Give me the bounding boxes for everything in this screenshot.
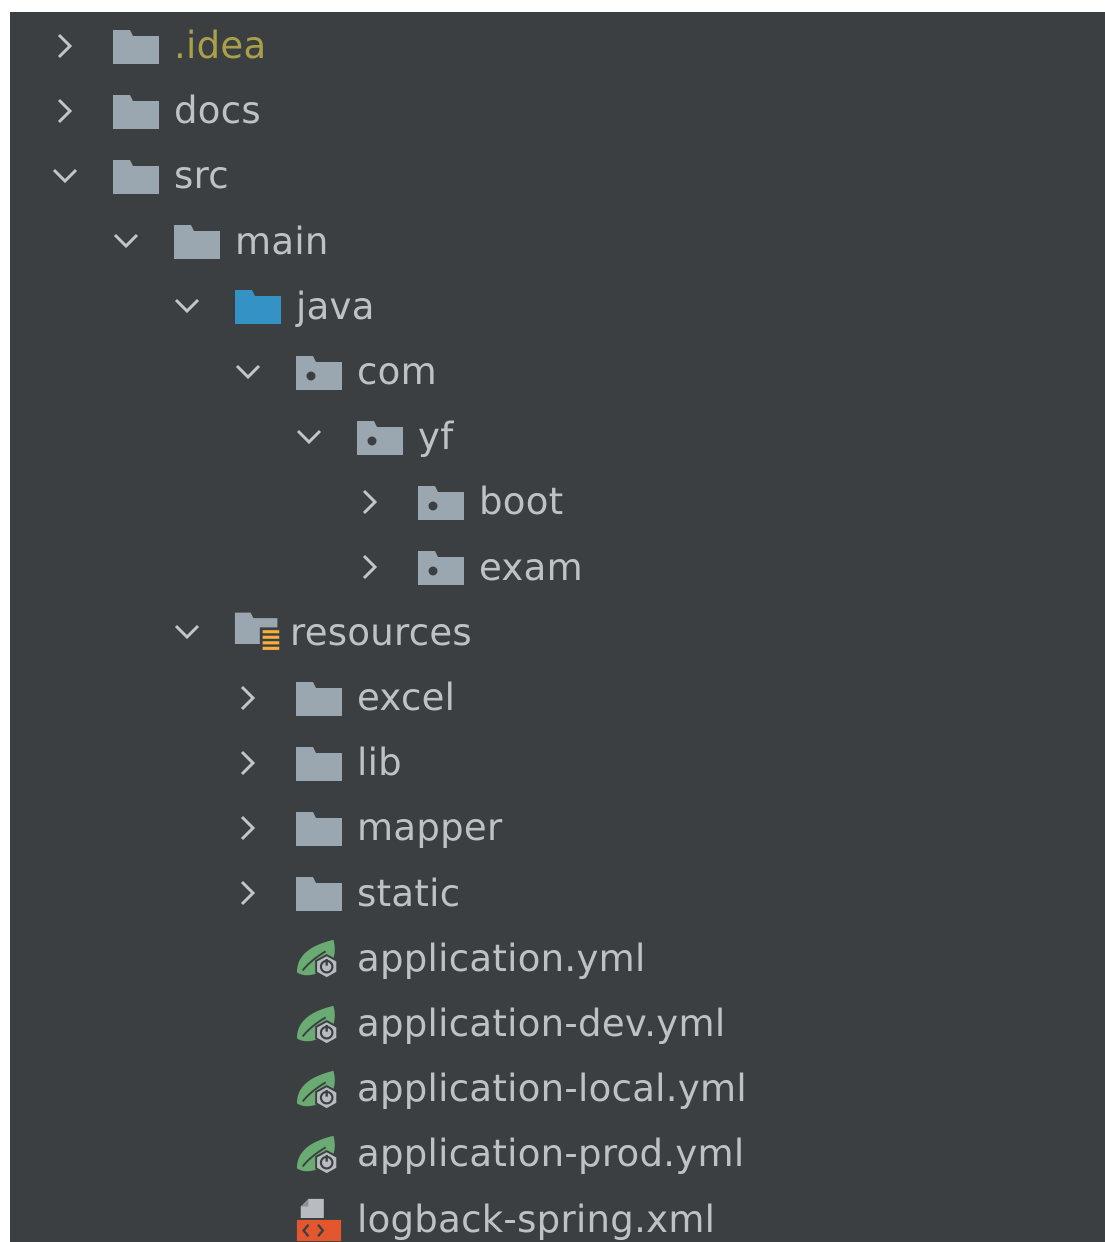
folder-icon [295,676,343,720]
tree-item-label: src [174,154,229,198]
tree-item-com[interactable]: com [10,339,1105,404]
spring-config-icon [295,1002,343,1046]
tree-item-label: lib [357,741,402,785]
chevron-right-icon[interactable] [50,96,80,126]
chevron-down-icon[interactable] [50,161,80,191]
folder-icon [112,154,160,198]
project-tree-panel: .idea docs src main java com yf boot exa… [10,12,1105,1242]
chevron-right-icon[interactable] [233,683,263,713]
tree-item-application-yml[interactable]: application.yml [10,926,1105,991]
tree-item-src[interactable]: src [10,143,1105,208]
tree-item-application-local-yml[interactable]: application-local.yml [10,1056,1105,1121]
tree-item-mapper[interactable]: mapper [10,795,1105,860]
chevron-right-icon[interactable] [355,487,385,517]
folder-icon [295,806,343,850]
chevron-right-icon[interactable] [233,813,263,843]
tree-item-label: application-local.yml [357,1067,747,1111]
tree-item-label: exam [479,545,583,589]
tree-item-exam[interactable]: exam [10,535,1105,600]
tree-item-label: yf [418,415,454,459]
source-root-folder-icon [234,284,282,328]
spring-config-icon [295,1067,343,1111]
spring-config-icon [295,1132,343,1176]
xml-file-icon [295,1197,343,1242]
tree-item-lib[interactable]: lib [10,730,1105,795]
folder-icon [112,89,160,133]
tree-item-label: application-dev.yml [357,1002,726,1045]
tree-item-label: java [296,284,375,328]
package-icon [417,480,465,524]
tree-item-label: main [235,219,329,263]
tree-item-resources[interactable]: resources [10,600,1105,665]
tree-item-label: com [357,350,437,393]
tree-item-docs[interactable]: docs [10,78,1105,143]
tree-item-java[interactable]: java [10,274,1105,339]
package-icon [356,415,404,459]
tree-item-idea[interactable]: .idea [10,13,1105,78]
chevron-right-icon[interactable] [233,878,263,908]
spring-config-icon [295,936,343,980]
tree-item-label: boot [479,480,564,524]
folder-icon [112,24,160,68]
chevron-right-icon[interactable] [233,748,263,778]
tree-item-logback-spring-xml[interactable]: logback-spring.xml [10,1187,1105,1242]
tree-item-label: mapper [357,806,503,850]
folder-icon [173,219,221,263]
tree-item-label: resources [290,610,473,654]
tree-item-label: static [357,871,461,915]
package-icon [417,545,465,589]
chevron-down-icon[interactable] [172,617,202,647]
chevron-right-icon[interactable] [355,552,385,582]
tree-item-application-dev-yml[interactable]: application-dev.yml [10,991,1105,1056]
tree-item-yf[interactable]: yf [10,404,1105,469]
tree-item-excel[interactable]: excel [10,665,1105,730]
tree-item-static[interactable]: static [10,861,1105,926]
tree-item-label: docs [174,89,261,133]
tree-item-application-prod-yml[interactable]: application-prod.yml [10,1121,1105,1186]
folder-icon [295,871,343,915]
tree-item-label: application-prod.yml [357,1132,745,1176]
chevron-down-icon[interactable] [172,291,202,321]
package-icon [295,350,343,394]
tree-item-boot[interactable]: boot [10,469,1105,534]
tree-item-label: logback-spring.xml [357,1197,716,1241]
tree-item-label: excel [357,676,456,719]
tree-item-main[interactable]: main [10,209,1105,274]
tree-item-label: .idea [174,24,267,67]
folder-icon [295,741,343,785]
chevron-down-icon[interactable] [111,226,141,256]
chevron-right-icon[interactable] [50,31,80,61]
tree-item-label: application.yml [357,936,646,980]
chevron-down-icon[interactable] [294,422,324,452]
resources-root-folder-icon [234,610,282,654]
chevron-down-icon[interactable] [233,357,263,387]
